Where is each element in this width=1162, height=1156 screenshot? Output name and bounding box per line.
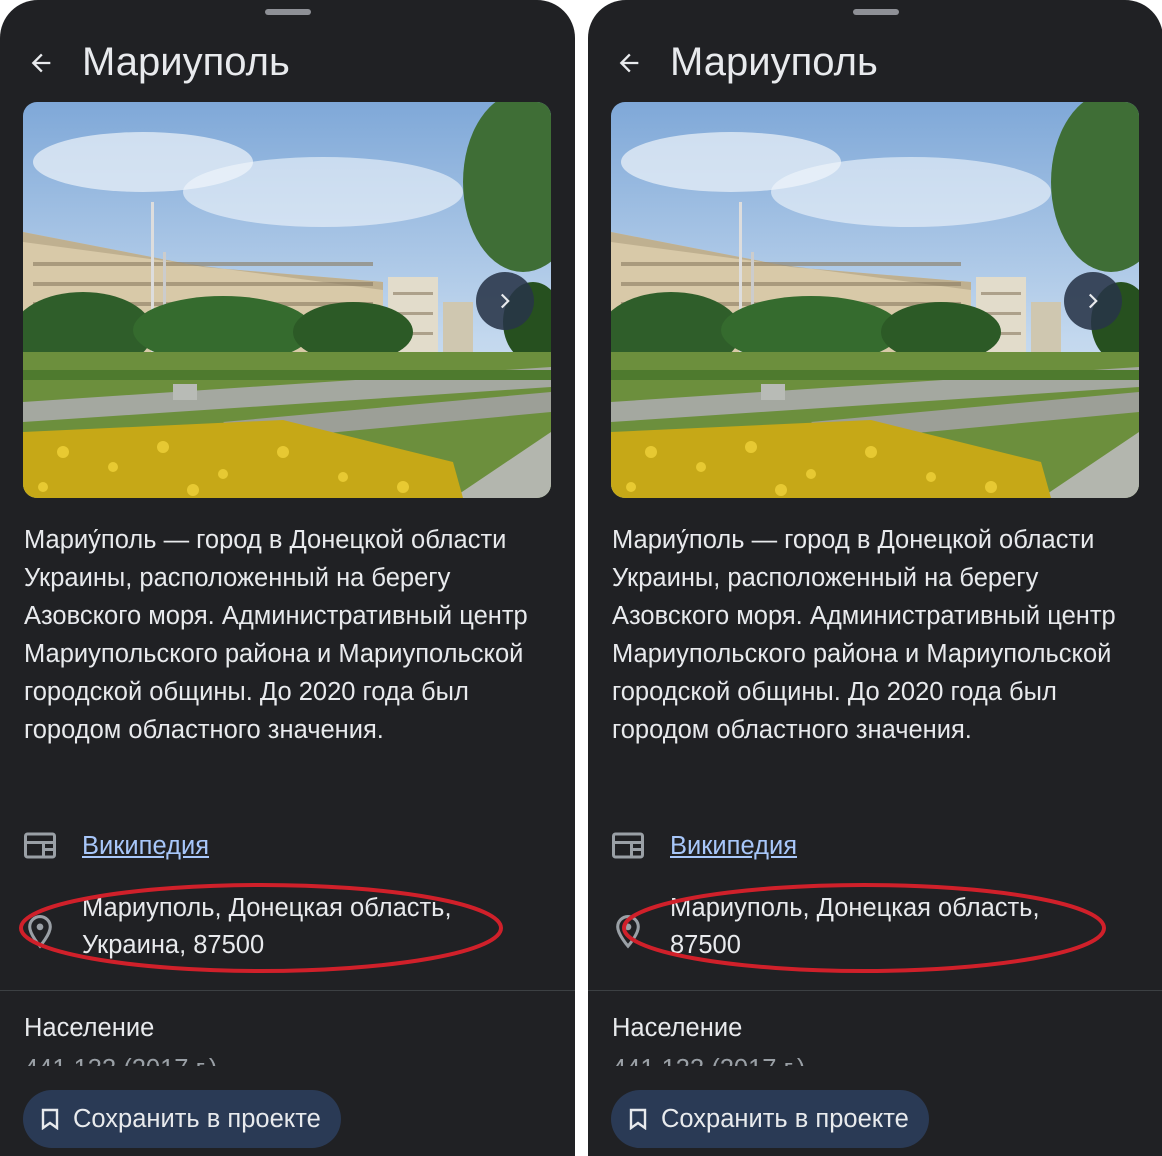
back-button[interactable]: [610, 44, 648, 82]
address-row[interactable]: Мариуполь, Донецкая область, 87500: [612, 890, 1090, 964]
location-pin-icon: [616, 915, 640, 949]
arrow-back-icon: [619, 53, 639, 73]
wikipedia-link[interactable]: Википедия: [670, 832, 797, 861]
save-button-label: Сохранить в проекте: [73, 1104, 321, 1133]
article-icon: [24, 832, 56, 859]
wikipedia-row[interactable]: Википедия: [612, 826, 797, 866]
address-line-1: Мариуполь, Донецкая область,: [82, 894, 452, 922]
article-icon: [612, 832, 644, 859]
wikipedia-link[interactable]: Википедия: [82, 832, 209, 861]
address-text: Мариуполь, Донецкая область, 87500: [670, 890, 1090, 964]
address-line-2: Украина, 87500: [82, 931, 265, 959]
place-description: Мариу́поль — город в Донецкой области Ук…: [612, 526, 1116, 744]
address-row[interactable]: Мариуполь, Донецкая область, Украина, 87…: [24, 890, 502, 964]
page-title: Мариуполь: [670, 40, 878, 84]
place-description: Мариу́поль — город в Донецкой области Ук…: [24, 526, 528, 744]
next-photo-button[interactable]: [476, 272, 534, 330]
next-photo-button[interactable]: [1064, 272, 1122, 330]
location-pin-icon: [28, 915, 52, 949]
drag-handle[interactable]: [852, 9, 899, 15]
chevron-right-icon: [500, 293, 510, 309]
address-line-2: 87500: [670, 931, 741, 959]
bookmark-icon: [41, 1108, 59, 1130]
place-card-right: Мариуполь Мариу́поль — город в Донецкой …: [588, 0, 1162, 1156]
population-label: Население: [612, 1014, 743, 1042]
address-line-1: Мариуполь, Донецкая область,: [670, 894, 1040, 922]
back-button[interactable]: [22, 44, 60, 82]
save-to-project-button[interactable]: Сохранить в проекте: [611, 1090, 929, 1148]
page-title: Мариуполь: [82, 40, 290, 84]
bookmark-icon: [629, 1108, 647, 1130]
population-value: 441 133 (2017 г.): [612, 1054, 805, 1066]
place-card-left: Мариуполь Мариу́поль — город в Донецкой …: [0, 0, 575, 1156]
chevron-right-icon: [1088, 293, 1098, 309]
address-text: Мариуполь, Донецкая область, Украина, 87…: [82, 890, 502, 964]
comparison-stage: Мариуполь Мариу́поль — город в Донецкой …: [0, 0, 1162, 1156]
drag-handle[interactable]: [264, 9, 311, 15]
city-square-image: [611, 102, 1139, 498]
place-photo[interactable]: [611, 102, 1139, 498]
population-label: Население: [24, 1014, 155, 1042]
save-to-project-button[interactable]: Сохранить в проекте: [23, 1090, 341, 1148]
divider: [588, 990, 1162, 991]
population-value: 441 133 (2017 г.): [24, 1054, 217, 1066]
city-square-image: [23, 102, 551, 498]
wikipedia-row[interactable]: Википедия: [24, 826, 209, 866]
save-button-label: Сохранить в проекте: [661, 1104, 909, 1133]
arrow-back-icon: [31, 53, 51, 73]
place-photo[interactable]: [23, 102, 551, 498]
divider: [0, 990, 575, 991]
